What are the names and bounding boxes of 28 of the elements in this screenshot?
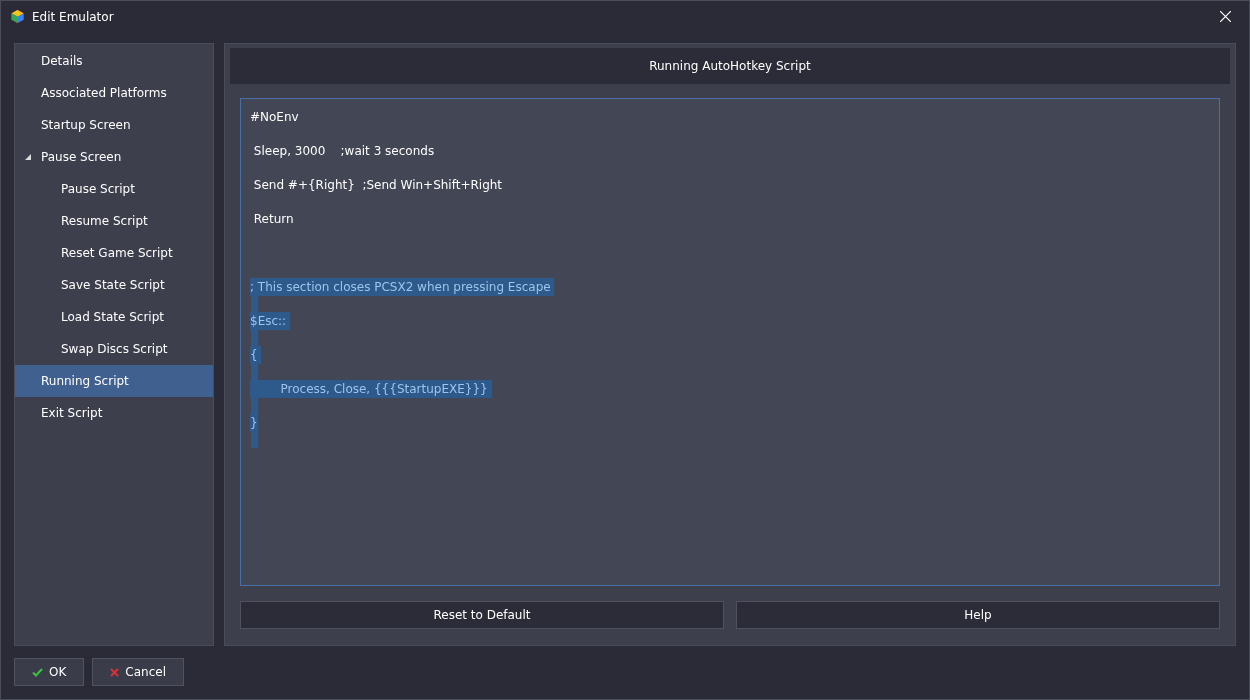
panel-button[interactable]: Help — [736, 601, 1220, 629]
window-title: Edit Emulator — [32, 9, 115, 24]
nav-item[interactable]: Reset Game Script — [15, 237, 213, 269]
code-line: Return — [252, 211, 294, 228]
cancel-button[interactable]: Cancel — [92, 658, 184, 686]
panel-title: Running AutoHotkey Script — [230, 48, 1230, 84]
nav-item[interactable]: Associated Platforms — [15, 77, 213, 109]
check-icon — [32, 667, 43, 677]
expanded-arrow-icon[interactable] — [25, 154, 31, 160]
ok-button[interactable]: OK — [14, 658, 85, 686]
nav-item[interactable]: Swap Discs Script — [15, 333, 213, 365]
nav-item[interactable]: Pause Screen — [15, 141, 213, 173]
nav-item[interactable]: Startup Screen — [15, 109, 213, 141]
nav-item[interactable]: Save State Script — [15, 269, 213, 301]
nav-item[interactable]: Exit Script — [15, 397, 213, 429]
panel-button[interactable]: Reset to Default — [240, 601, 724, 629]
code-line: Send #+{Right} ;Send Win+Shift+Right — [252, 177, 503, 194]
nav-item[interactable]: Resume Script — [15, 205, 213, 237]
cube-logo-icon — [11, 10, 24, 23]
code-line: #NoEnv — [250, 109, 299, 126]
nav-item[interactable]: Load State Script — [15, 301, 213, 333]
script-editor[interactable]: #NoEnv Sleep, 3000 ;wait 3 seconds Send #+{Right} ;Send Win+Shift+Right Return ; This section closes PCSX2 when pressing Escape $Esc:: { Process, Close, {{{StartupEXE}}} } — [240, 98, 1220, 586]
x-icon — [110, 667, 120, 677]
close-icon[interactable] — [1220, 11, 1231, 22]
code-line: Sleep, 3000 ;wait 3 seconds — [252, 143, 435, 160]
nav-item[interactable]: Details — [15, 45, 213, 77]
nav-item[interactable]: Running Script — [15, 365, 213, 397]
nav-item[interactable]: Pause Script — [15, 173, 213, 205]
